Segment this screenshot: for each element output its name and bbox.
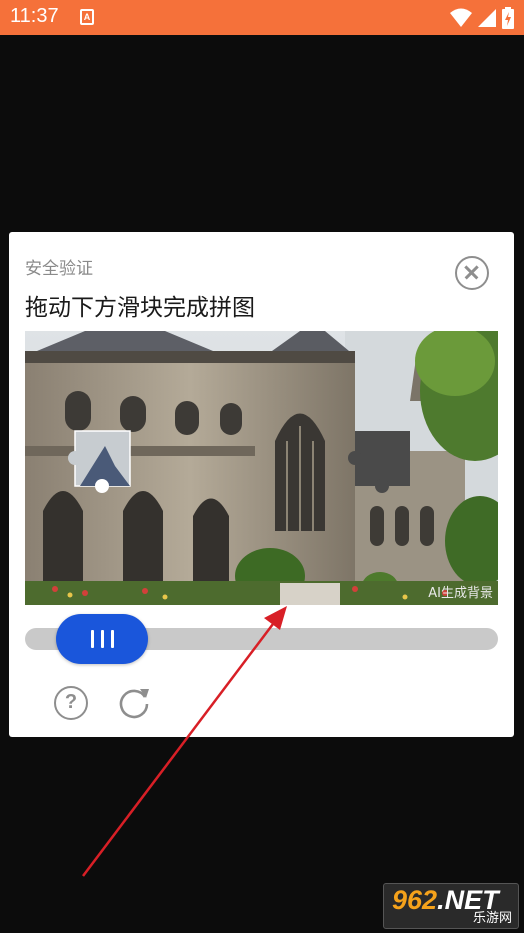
dialog-subtitle: 安全验证 — [25, 259, 93, 279]
battery-charging-icon — [502, 7, 514, 29]
status-icons — [450, 7, 514, 29]
close-icon[interactable] — [455, 256, 489, 290]
status-time: 11:37 — [10, 5, 59, 27]
security-verification-dialog: 安全验证 拖动下方滑块完成拼图 AI生成背景 ? — [9, 232, 514, 737]
site-logo-watermark: 962.NET 乐游网 — [383, 883, 519, 929]
signal-icon — [478, 9, 496, 27]
status-bar: 11:37 A — [0, 0, 524, 35]
ai-generated-watermark: AI生成背景 — [428, 586, 493, 601]
refresh-icon[interactable] — [116, 684, 152, 720]
notification-icon: A — [80, 9, 94, 25]
dialog-title: 拖动下方滑块完成拼图 — [25, 295, 255, 321]
grip-line-icon — [110, 630, 114, 648]
grip-line-icon — [100, 630, 104, 648]
wifi-icon — [450, 8, 472, 27]
puzzle-image: AI生成背景 — [25, 331, 498, 605]
help-icon[interactable]: ? — [54, 686, 88, 720]
cathedral-background-image — [25, 331, 498, 605]
slider-handle[interactable] — [56, 614, 148, 664]
grip-line-icon — [90, 630, 94, 648]
site-logo-subtext: 乐游网 — [472, 911, 512, 926]
